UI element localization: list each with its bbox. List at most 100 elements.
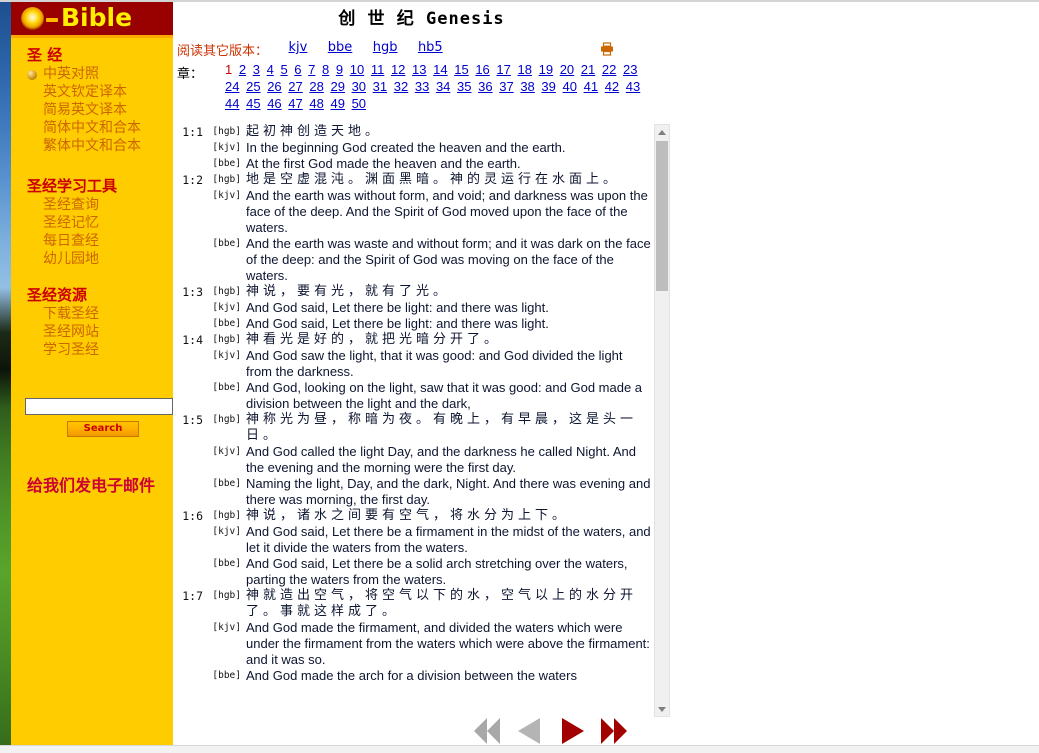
chapter-link-3[interactable]: 3: [253, 62, 260, 77]
chapter-link-49[interactable]: 49: [330, 96, 344, 111]
printer-icon[interactable]: [600, 42, 614, 56]
chapter-link-29[interactable]: 29: [330, 79, 344, 94]
sidebar-item-traditional-chinese[interactable]: 繁体中文和合本: [11, 137, 173, 155]
verse-version-tag: [hgb]: [212, 510, 241, 521]
chapter-link-17[interactable]: 17: [496, 62, 510, 77]
chapter-link-35[interactable]: 35: [457, 79, 471, 94]
chapter-link-50[interactable]: 50: [352, 96, 366, 111]
sidebar-item-bible-websites[interactable]: 圣经网站: [11, 323, 173, 341]
chapter-link-32[interactable]: 32: [394, 79, 408, 94]
chapter-link-11[interactable]: 11: [371, 62, 385, 77]
sun-orb-icon: [21, 7, 44, 30]
chapter-link-37[interactable]: 37: [499, 79, 513, 94]
brand-title: Bible: [61, 3, 133, 32]
chapter-link-36[interactable]: 36: [478, 79, 492, 94]
version-link-hgb[interactable]: hgb: [373, 40, 398, 55]
chapter-link-16[interactable]: 16: [475, 62, 489, 77]
search-input-wrapper[interactable]: [25, 398, 173, 417]
chapter-link-18[interactable]: 18: [518, 62, 532, 77]
chapter-link-20[interactable]: 20: [560, 62, 574, 77]
chapter-link-45[interactable]: 45: [246, 96, 260, 111]
search-button[interactable]: Search: [67, 421, 139, 437]
verse-version-tag: [hgb]: [212, 286, 241, 297]
verse-reference: [173, 668, 207, 684]
sidebar-item-study-bible[interactable]: 学习圣经: [11, 341, 173, 359]
sidebar-item-simplified-chinese[interactable]: 简体中文和合本: [11, 119, 173, 137]
chapter-link-7[interactable]: 7: [308, 62, 315, 77]
chapter-link-46[interactable]: 46: [267, 96, 281, 111]
verse-reference: [173, 300, 207, 316]
sidebar-item-kjv[interactable]: 英文钦定译本: [11, 83, 173, 101]
chapter-link-5[interactable]: 5: [280, 62, 287, 77]
chapter-link-14[interactable]: 14: [433, 62, 447, 77]
verse-reference: 1:7: [182, 589, 203, 603]
verse-text: And God made the arch for a division bet…: [246, 668, 577, 683]
chapter-link-2[interactable]: 2: [239, 62, 246, 77]
verse-reference: 1:1: [182, 125, 203, 139]
chapter-link-13[interactable]: 13: [412, 62, 426, 77]
chapter-link-21[interactable]: 21: [581, 62, 595, 77]
verse-line: [bbe] At the first God made the heaven an…: [173, 156, 651, 172]
email-us-link[interactable]: 给我们发电子邮件: [27, 472, 155, 496]
verse-version-tag: [bbe]: [212, 158, 241, 169]
chapter-link-48[interactable]: 48: [309, 96, 323, 111]
verse-scrollbar[interactable]: [654, 124, 670, 717]
chapter-link-12[interactable]: 12: [391, 62, 405, 77]
chapter-link-44[interactable]: 44: [225, 96, 239, 111]
verse-version-tag: [bbe]: [212, 238, 241, 249]
chapter-link-4[interactable]: 4: [267, 62, 274, 77]
chapter-link-23[interactable]: 23: [623, 62, 637, 77]
chapter-link-24[interactable]: 24: [225, 79, 239, 94]
last-book-arrow[interactable]: [599, 714, 629, 748]
chapter-link-43[interactable]: 43: [626, 79, 640, 94]
scroll-up-arrow-icon[interactable]: [655, 125, 669, 139]
verse-text: 神看光是好的，就把光暗分开了。: [246, 332, 502, 347]
chapter-link-19[interactable]: 19: [539, 62, 553, 77]
version-link-kjv[interactable]: kjv: [288, 40, 307, 55]
scrollbar-thumb[interactable]: [656, 141, 668, 291]
sidebar-item-bilingual[interactable]: 中英对照: [11, 65, 173, 83]
verse-text: And God made the firmament, and divided …: [246, 620, 650, 667]
chapter-link-15[interactable]: 15: [454, 62, 468, 77]
version-link-hb5[interactable]: hb5: [418, 40, 443, 55]
verse-text: 神说，诸水之间要有空气，将水分为上下。: [246, 508, 570, 523]
sidebar-item-kids-corner[interactable]: 幼儿园地: [11, 250, 173, 268]
chapter-link-33[interactable]: 33: [415, 79, 429, 94]
sidebar-item-download-bible[interactable]: 下载圣经: [11, 305, 173, 323]
sidebar-item-daily-study[interactable]: 每日查经: [11, 232, 173, 250]
chapter-link-40[interactable]: 40: [563, 79, 577, 94]
verses-table: 1:1 [hgb] 起初神创造天地。 [kjv] In the beginning Go…: [173, 124, 651, 684]
brand-banner[interactable]: Bible: [11, 2, 173, 35]
chapter-link-27[interactable]: 27: [288, 79, 302, 94]
previous-chapter-arrow[interactable]: [513, 714, 543, 748]
chapter-link-38[interactable]: 38: [520, 79, 534, 94]
sidebar-item-bible-search[interactable]: 圣经查询: [11, 196, 173, 214]
chapter-link-30[interactable]: 30: [352, 79, 366, 94]
sidebar-item-bible-memory[interactable]: 圣经记忆: [11, 214, 173, 232]
chapter-link-28[interactable]: 28: [309, 79, 323, 94]
search-input[interactable]: [26, 401, 172, 417]
chapters-label: 章：: [177, 67, 204, 82]
first-book-arrow[interactable]: [473, 714, 503, 748]
chapter-link-6[interactable]: 6: [294, 62, 301, 77]
verse-reference: [173, 188, 207, 236]
chapter-link-8[interactable]: 8: [322, 62, 329, 77]
chapter-link-26[interactable]: 26: [267, 79, 281, 94]
chapter-link-10[interactable]: 10: [350, 62, 364, 77]
chapter-link-22[interactable]: 22: [602, 62, 616, 77]
chapter-link-25[interactable]: 25: [246, 79, 260, 94]
version-link-bbe[interactable]: bbe: [328, 40, 353, 55]
sidebar-heading-study-tools: 圣经学习工具: [27, 177, 118, 195]
chapter-link-34[interactable]: 34: [436, 79, 450, 94]
chapter-link-9[interactable]: 9: [336, 62, 343, 77]
chapter-link-47[interactable]: 47: [288, 96, 302, 111]
chapter-link-39[interactable]: 39: [541, 79, 555, 94]
verse-version-tag: [kjv]: [212, 142, 241, 153]
next-chapter-arrow[interactable]: [559, 714, 589, 748]
chapter-link-42[interactable]: 42: [605, 79, 619, 94]
chapter-link-41[interactable]: 41: [584, 79, 598, 94]
sidebar-item-bbe[interactable]: 简易英文译本: [11, 101, 173, 119]
chapter-link-31[interactable]: 31: [373, 79, 387, 94]
verse-reference: [173, 140, 207, 156]
verse-line: 1:1 [hgb] 起初神创造天地。: [173, 124, 651, 140]
